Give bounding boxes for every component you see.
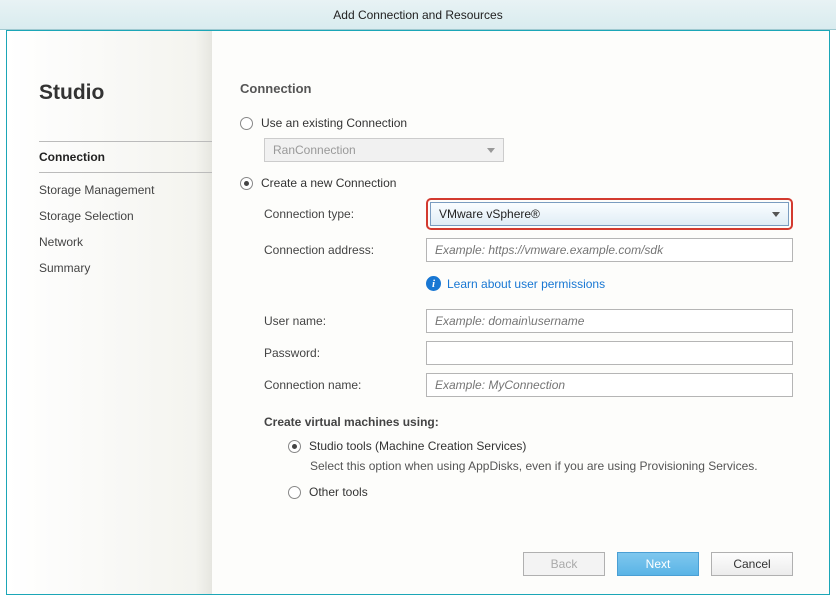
- existing-connection-value: RanConnection: [273, 143, 356, 157]
- use-existing-radio-row[interactable]: Use an existing Connection: [240, 116, 793, 130]
- dialog-window: Add Connection and Resources Studio Conn…: [0, 0, 836, 601]
- other-tools-radio-row[interactable]: Other tools: [288, 485, 793, 499]
- next-button[interactable]: Next: [617, 552, 699, 576]
- studio-tools-desc: Select this option when using AppDisks, …: [310, 459, 793, 473]
- nav-step-summary[interactable]: Summary: [39, 255, 212, 281]
- vm-tools-heading: Create virtual machines using:: [264, 415, 793, 429]
- nav-step-connection[interactable]: Connection: [39, 141, 212, 173]
- radio-icon: [288, 440, 301, 453]
- nav-step-storage-management[interactable]: Storage Management: [39, 177, 212, 203]
- chevron-down-icon: [487, 148, 495, 153]
- permissions-link[interactable]: Learn about user permissions: [447, 277, 605, 291]
- back-button: Back: [523, 552, 605, 576]
- radio-icon: [240, 177, 253, 190]
- nav-step-storage-selection[interactable]: Storage Selection: [39, 203, 212, 229]
- connection-type-select[interactable]: VMware vSphere®: [430, 202, 789, 226]
- username-label: User name:: [240, 314, 426, 328]
- existing-connection-select: RanConnection: [264, 138, 504, 162]
- app-title: Studio: [39, 81, 212, 105]
- cancel-button[interactable]: Cancel: [711, 552, 793, 576]
- password-input[interactable]: [426, 341, 793, 365]
- connection-type-highlight: VMware vSphere®: [426, 198, 793, 230]
- content-frame: Studio Connection Storage Management Sto…: [6, 30, 830, 595]
- connection-address-label: Connection address:: [240, 243, 426, 257]
- nav-step-network[interactable]: Network: [39, 229, 212, 255]
- studio-tools-radio-row[interactable]: Studio tools (Machine Creation Services): [288, 439, 793, 453]
- other-tools-label: Other tools: [309, 485, 368, 499]
- studio-tools-label: Studio tools (Machine Creation Services): [309, 439, 526, 453]
- radio-icon: [288, 486, 301, 499]
- connection-type-value: VMware vSphere®: [439, 207, 540, 221]
- main-panel: Connection Use an existing Connection Ra…: [212, 31, 829, 594]
- sidebar: Studio Connection Storage Management Sto…: [7, 31, 212, 594]
- chevron-down-icon: [772, 212, 780, 217]
- button-bar: Back Next Cancel: [523, 552, 793, 576]
- connection-type-label: Connection type:: [240, 207, 426, 221]
- window-title: Add Connection and Resources: [333, 8, 502, 22]
- password-label: Password:: [240, 346, 426, 360]
- section-heading: Connection: [240, 81, 793, 96]
- username-input[interactable]: [426, 309, 793, 333]
- connection-name-input[interactable]: [426, 373, 793, 397]
- use-existing-label: Use an existing Connection: [261, 116, 407, 130]
- radio-icon: [240, 117, 253, 130]
- connection-name-label: Connection name:: [240, 378, 426, 392]
- titlebar: Add Connection and Resources: [0, 0, 836, 30]
- create-new-radio-row[interactable]: Create a new Connection: [240, 176, 793, 190]
- connection-address-input[interactable]: [426, 238, 793, 262]
- info-icon: i: [426, 276, 441, 291]
- create-new-label: Create a new Connection: [261, 176, 396, 190]
